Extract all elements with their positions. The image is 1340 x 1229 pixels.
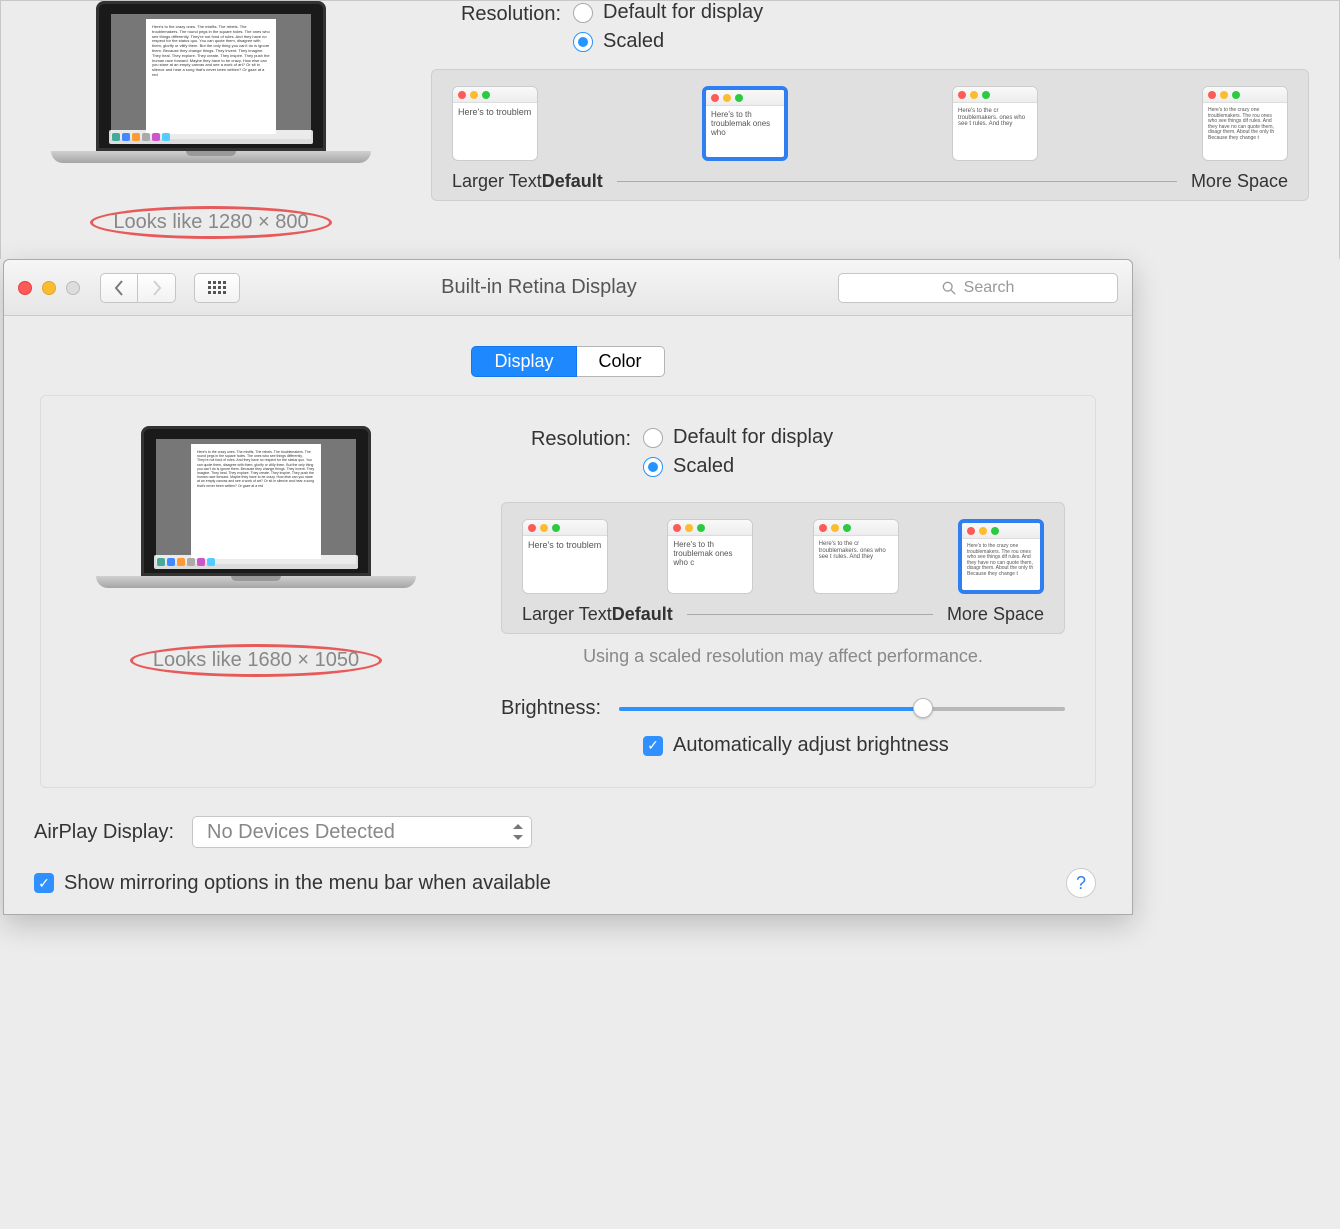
scale-option-more-space[interactable]: Here's to the crazy one troublemakers. T… <box>1202 86 1288 161</box>
scale-label-more: More Space <box>1191 171 1288 192</box>
scale-label-larger: Larger Text <box>452 171 542 192</box>
help-button[interactable]: ? <box>1066 868 1096 898</box>
auto-brightness-label: Automatically adjust brightness <box>673 734 949 757</box>
scale-label-larger: Larger Text <box>522 604 612 625</box>
auto-brightness-checkbox[interactable]: ✓ <box>643 736 663 756</box>
zoom-icon[interactable] <box>66 281 80 295</box>
search-input[interactable]: Search <box>838 273 1118 303</box>
scale-label-default: Default <box>612 604 673 625</box>
display-panel: Here's to the crazy ones. The misfits. T… <box>40 395 1096 788</box>
tab-bar: Display Color <box>40 346 1096 377</box>
tab-color[interactable]: Color <box>577 346 665 377</box>
doc-preview: Here's to the crazy ones. The misfits. T… <box>146 19 276 134</box>
resolution-scale-picker: Here's to troublem Here's to th troublem… <box>501 502 1065 634</box>
radio-default-label: Default for display <box>673 426 833 449</box>
search-icon <box>942 281 956 295</box>
brightness-label: Brightness: <box>501 697 601 720</box>
laptop-preview: Here's to the crazy ones. The misfits. T… <box>96 426 416 616</box>
search-placeholder: Search <box>964 279 1015 297</box>
radio-scaled[interactable] <box>643 457 663 477</box>
grid-icon <box>208 281 226 294</box>
performance-warning: Using a scaled resolution may affect per… <box>501 646 1065 667</box>
scale-option-larger[interactable]: Here's to troublem <box>452 86 538 161</box>
scale-option-default[interactable]: Here's to th troublemak ones who c <box>667 519 753 594</box>
radio-default-display[interactable] <box>643 428 663 448</box>
resolution-annotation: Looks like 1280 × 800 <box>90 206 331 239</box>
airplay-dropdown[interactable]: No Devices Detected <box>192 816 532 848</box>
brightness-slider[interactable] <box>619 706 1065 712</box>
radio-default-display[interactable] <box>573 3 593 23</box>
radio-default-label: Default for display <box>603 1 763 24</box>
scale-option-larger[interactable]: Here's to troublem <box>522 519 608 594</box>
radio-scaled-label: Scaled <box>603 30 664 53</box>
airplay-label: AirPlay Display: <box>34 821 174 844</box>
scale-divider <box>687 614 933 615</box>
laptop-preview: Here's to the crazy ones. The misfits. T… <box>51 1 371 191</box>
display-prefs-window: Built-in Retina Display Search Display C… <box>3 259 1133 915</box>
scale-option-more-space[interactable]: Here's to the crazy one troublemakers. T… <box>958 519 1044 594</box>
mirroring-label: Show mirroring options in the menu bar w… <box>64 872 551 895</box>
resolution-scale-picker: Here's to troublem Here's to th troublem… <box>431 69 1309 201</box>
minimize-icon[interactable] <box>42 281 56 295</box>
scale-divider <box>617 181 1177 182</box>
scale-option-mid[interactable]: Here's to the cr troublemakers. ones who… <box>813 519 899 594</box>
back-button[interactable] <box>100 273 138 303</box>
mirroring-checkbox[interactable]: ✓ <box>34 873 54 893</box>
resolution-label: Resolution: <box>501 426 631 451</box>
doc-preview: Here's to the crazy ones. The misfits. T… <box>191 444 321 559</box>
scale-option-default[interactable]: Here's to th troublemak ones who <box>702 86 788 161</box>
scale-option-mid[interactable]: Here's to the cr troublemakers. ones who… <box>952 86 1038 161</box>
scale-label-default: Default <box>542 171 603 192</box>
close-icon[interactable] <box>18 281 32 295</box>
airplay-value: No Devices Detected <box>207 821 395 844</box>
tab-display[interactable]: Display <box>471 346 576 377</box>
titlebar: Built-in Retina Display Search <box>4 260 1132 316</box>
partial-window-top: Here's to the crazy ones. The misfits. T… <box>0 0 1340 259</box>
show-all-button[interactable] <box>194 273 240 303</box>
resolution-annotation: Looks like 1680 × 1050 <box>130 644 382 677</box>
radio-scaled[interactable] <box>573 32 593 52</box>
scale-label-more: More Space <box>947 604 1044 625</box>
forward-button[interactable] <box>138 273 176 303</box>
window-title: Built-in Retina Display <box>250 276 828 299</box>
radio-scaled-label: Scaled <box>673 455 734 478</box>
resolution-label: Resolution: <box>431 1 561 26</box>
